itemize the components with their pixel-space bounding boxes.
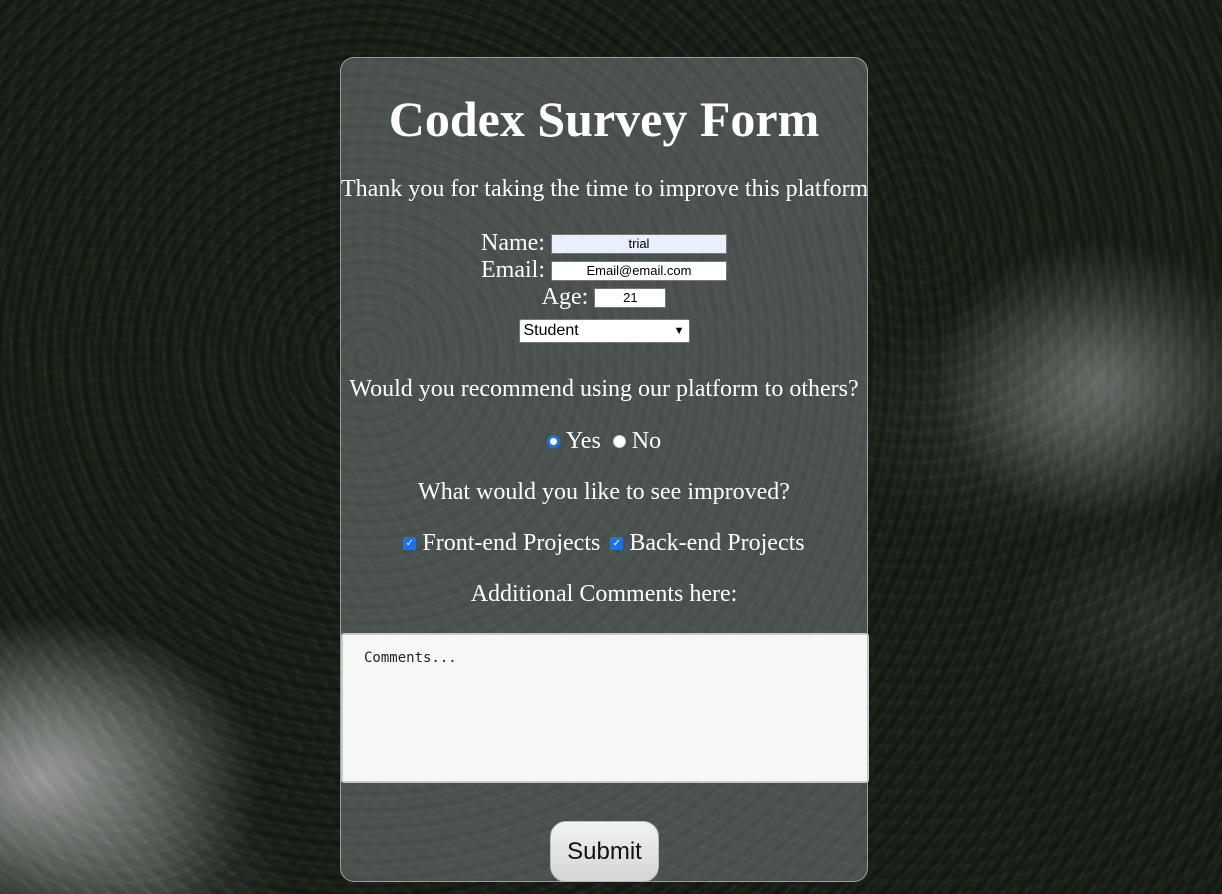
email-row: Email: Email@email.com xyxy=(341,257,867,284)
chevron-down-icon: ▼ xyxy=(673,325,685,337)
recommend-yes-radio[interactable] xyxy=(546,435,560,448)
submit-button[interactable]: Submit xyxy=(550,821,659,882)
backend-label: Back-end Projects xyxy=(629,530,805,556)
name-row: Name: trial xyxy=(341,230,867,257)
email-field[interactable]: Email@email.com xyxy=(550,260,727,281)
checkmark-icon: ✓ xyxy=(405,537,415,549)
improve-question: What would you like to see improved? xyxy=(418,479,790,505)
age-row: Age: 21 xyxy=(341,284,867,311)
recommend-yes-label: Yes xyxy=(565,428,601,454)
age-field[interactable]: 21 xyxy=(594,287,667,308)
recommend-options: Yes No xyxy=(341,428,867,455)
page-subtitle: Thank you for taking the time to improve… xyxy=(341,176,869,202)
email-label: Email: xyxy=(481,257,545,283)
age-label: Age: xyxy=(541,284,589,310)
improve-options: ✓ Front-end Projects ✓ Back-end Projects xyxy=(341,530,867,557)
backend-checkbox[interactable]: ✓ xyxy=(610,537,624,550)
role-row: Student ▼ xyxy=(341,319,867,343)
page-title: Codex Survey Form xyxy=(388,91,820,147)
frontend-checkbox[interactable]: ✓ xyxy=(403,537,417,550)
comments-placeholder: Comments... xyxy=(364,650,457,666)
recommend-no-radio[interactable] xyxy=(612,435,626,448)
recommend-question: Would you recommend using our platform t… xyxy=(349,376,859,402)
role-select[interactable]: Student ▼ xyxy=(518,319,690,343)
comments-label: Additional Comments here: xyxy=(470,581,738,607)
checkmark-icon: ✓ xyxy=(612,537,622,549)
name-label: Name: xyxy=(481,230,545,256)
role-select-value: Student xyxy=(523,322,579,339)
survey-card: Codex Survey Form Thank you for taking t… xyxy=(340,57,869,882)
recommend-no-label: No xyxy=(631,428,662,454)
frontend-label: Front-end Projects xyxy=(422,530,601,556)
comments-textarea[interactable]: Comments... xyxy=(341,633,869,783)
name-field[interactable]: trial xyxy=(550,233,727,254)
